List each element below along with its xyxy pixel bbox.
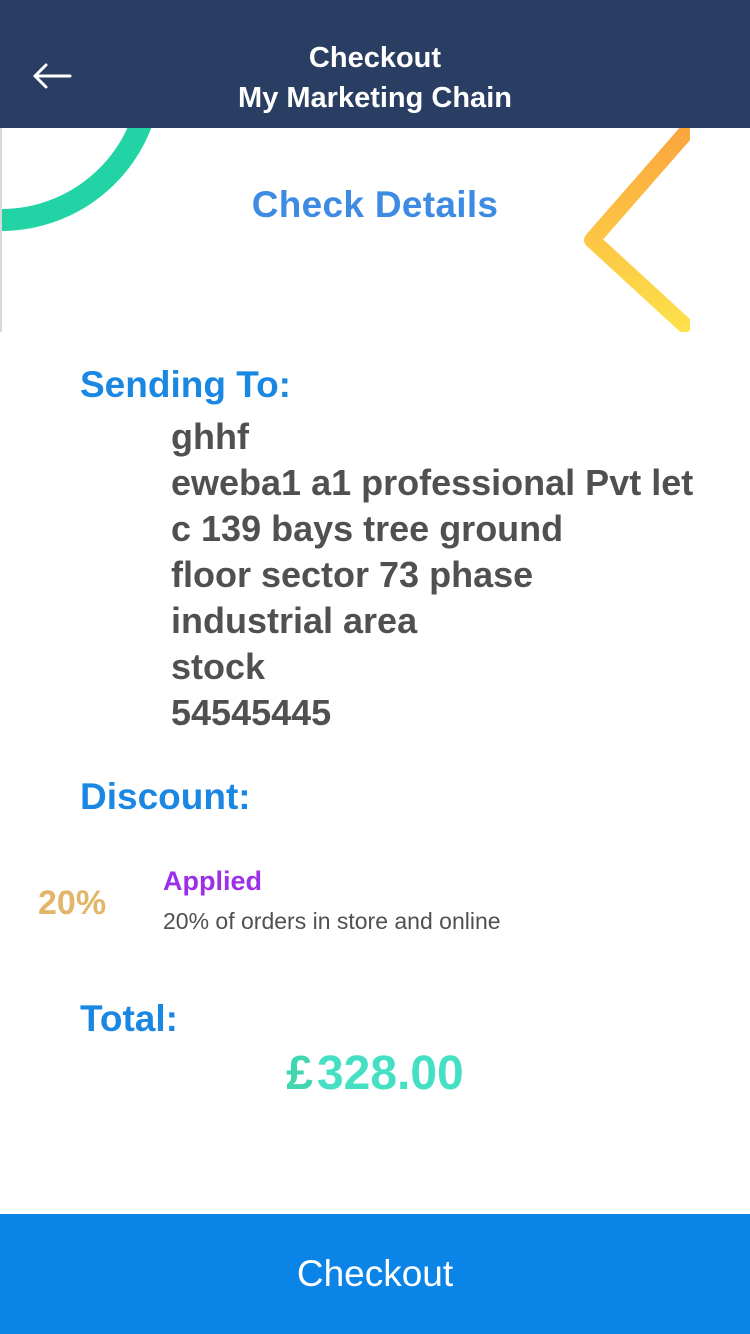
currency-symbol: £	[286, 1047, 313, 1100]
header-titles: Checkout My Marketing Chain	[120, 38, 630, 118]
discount-percent: 20%	[38, 884, 107, 922]
checkout-button-label: Checkout	[296, 1253, 454, 1294]
banner-title: Check Details	[251, 184, 499, 225]
back-button[interactable]	[20, 44, 84, 108]
address-line: c 139 bays tree ground	[171, 508, 564, 549]
banner-left-edge	[0, 128, 2, 332]
page-title: Checkout	[308, 42, 442, 74]
address-line: stock	[171, 646, 266, 687]
check-details-banner: Check Details	[0, 128, 750, 332]
discount-status: Applied	[163, 866, 262, 896]
address-line: industrial area	[171, 600, 418, 641]
checkout-button[interactable]: Checkout	[0, 1214, 750, 1334]
sending-to-heading: Sending To:	[80, 364, 291, 405]
discount-heading: Discount:	[80, 776, 251, 817]
total-heading: Total:	[80, 998, 178, 1039]
total-amount: £328.00	[0, 1046, 750, 1101]
page-subtitle: My Marketing Chain	[238, 82, 512, 114]
arrow-left-icon	[33, 63, 72, 89]
discount-row: 20% Applied 20% of orders in store and o…	[0, 862, 750, 942]
address-line: floor sector 73 phase	[171, 554, 534, 595]
address-line: eweba1 a1 professional Pvt let	[171, 462, 694, 503]
address-line: ghhf	[171, 416, 249, 457]
banner-right-edge	[690, 128, 750, 332]
checkout-screen: Checkout My Marketing Chain Check Detail…	[0, 0, 750, 1334]
banner-decoration	[0, 128, 697, 332]
address-line: 54545445	[171, 692, 332, 733]
shipping-address: ghhf eweba1 a1 professional Pvt let c 13…	[171, 414, 741, 736]
nav-header: Checkout My Marketing Chain	[0, 0, 750, 128]
discount-description: 20% of orders in store and online	[163, 908, 501, 934]
total-value: 328.00	[316, 1047, 464, 1100]
